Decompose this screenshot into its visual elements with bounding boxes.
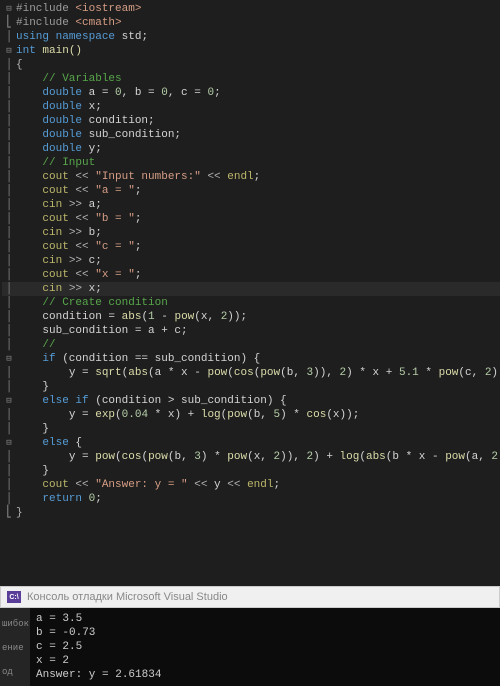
code-line: // Input (16, 156, 95, 170)
debug-console-titlebar[interactable]: C:\ Консоль отладки Microsoft Visual Stu… (0, 586, 500, 608)
code-line: cin >> c; (16, 254, 102, 268)
code-line: else if (condition > sub_condition) { (16, 394, 287, 408)
console-output-line: x = 2 (36, 654, 498, 668)
console-output-line: a = 3.5 (36, 612, 498, 626)
code-line: if (condition == sub_condition) { (16, 352, 260, 366)
code-line: double a = 0, b = 0, c = 0; (16, 86, 221, 100)
fold-icon[interactable] (2, 352, 16, 366)
code-line: else { (16, 436, 82, 450)
fold-icon[interactable] (2, 44, 16, 58)
code-line: { (16, 58, 23, 72)
fold-icon[interactable] (2, 2, 16, 16)
console-output-line: c = 2.5 (36, 640, 498, 654)
code-line: y = pow(cos(pow(b, 3) * pow(x, 2)), 2) +… (16, 450, 500, 464)
code-line: cin >> x; (16, 282, 102, 296)
left-panel-strip: шибок ение од (0, 608, 30, 686)
code-line: sub_condition = a + c; (16, 324, 188, 338)
strip-label: ение (0, 640, 30, 656)
debug-console[interactable]: шибок ение од a = 3.5 b = -0.73 c = 2.5 … (0, 608, 500, 686)
code-line: cout << "b = "; (16, 212, 141, 226)
strip-label: шибок (0, 616, 30, 632)
code-line: double x; (16, 100, 102, 114)
current-line: │ cin >> x; (2, 282, 500, 296)
fold-icon[interactable] (2, 394, 16, 408)
code-line: condition = abs(1 - pow(x, 2)); (16, 310, 247, 324)
code-line: } (16, 422, 49, 436)
code-line: return 0; (16, 492, 102, 506)
code-line: cout << "Input numbers:" << endl; (16, 170, 260, 184)
code-line: cout << "x = "; (16, 268, 141, 282)
code-line: // Variables (16, 72, 122, 86)
code-line: } (16, 464, 49, 478)
code-line: int main() (16, 44, 82, 58)
fold-icon[interactable] (2, 436, 16, 450)
code-line: cin >> b; (16, 226, 102, 240)
code-line: #include <iostream> (16, 2, 141, 16)
code-line: using namespace std; (16, 30, 148, 44)
code-line: // (16, 338, 56, 352)
code-line: #include <cmath> (16, 16, 122, 30)
code-line: // Create condition (16, 296, 168, 310)
code-line: double condition; (16, 114, 155, 128)
code-line: y = sqrt(abs(a * x - pow(cos(pow(b, 3)),… (16, 366, 500, 380)
code-line: cout << "a = "; (16, 184, 141, 198)
vs-console-icon: C:\ (7, 591, 21, 603)
code-line: cout << "Answer: y = " << y << endl; (16, 478, 280, 492)
code-editor[interactable]: #include <iostream> ⎣#include <cmath> │u… (0, 0, 500, 582)
code-line: double y; (16, 142, 102, 156)
code-line: double sub_condition; (16, 128, 181, 142)
code-line: cout << "c = "; (16, 240, 141, 254)
code-line: cin >> a; (16, 198, 102, 212)
console-output-line: Answer: y = 2.61834 (36, 668, 498, 682)
debug-console-title: Консоль отладки Microsoft Visual Studio (27, 591, 228, 603)
gutter: ⎣ (2, 16, 16, 30)
code-line: } (16, 506, 23, 520)
strip-label: од (0, 664, 30, 680)
code-line: } (16, 380, 49, 394)
code-line: y = exp(0.04 * x) + log(pow(b, 5) * cos(… (16, 408, 359, 422)
console-output-line: b = -0.73 (36, 626, 498, 640)
